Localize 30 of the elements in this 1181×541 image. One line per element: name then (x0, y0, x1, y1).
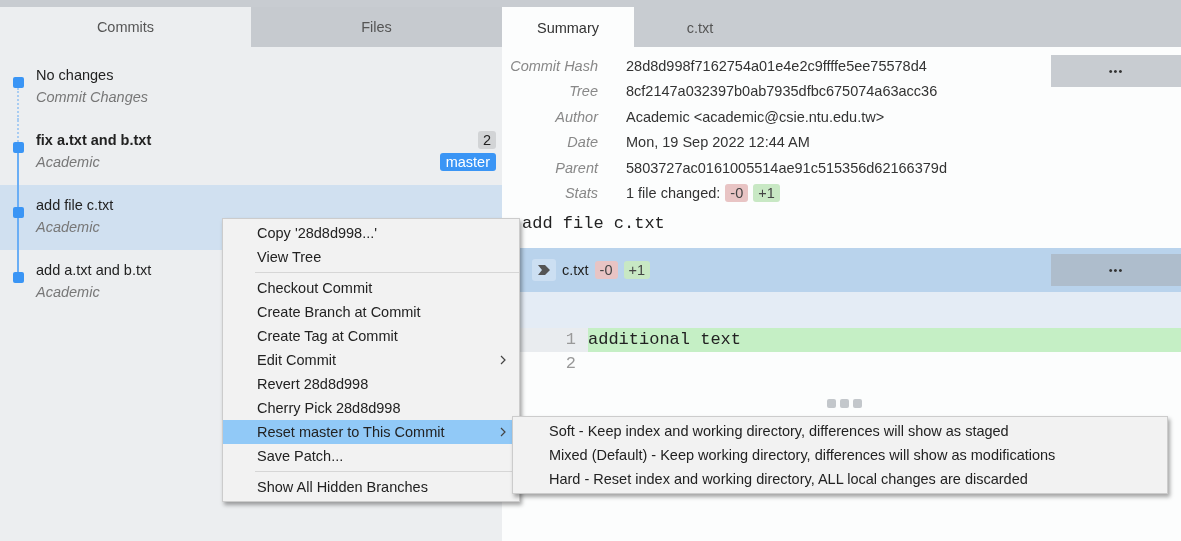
added-badge: +1 (753, 184, 780, 203)
field-label: Author (553, 108, 600, 125)
field-label: Tree (568, 83, 599, 100)
commit-title: add file c.txt (36, 196, 114, 213)
commit-message: add file c.txt (521, 213, 666, 235)
line-number: 1 (520, 328, 588, 352)
commit-author: Academic (36, 283, 100, 300)
field-label: Date (566, 134, 599, 151)
commit-title: No changes (36, 66, 114, 83)
branch-badge: master (439, 152, 496, 171)
field-value: 8cf2147a032397b0ab7935dfbc675074a63acc36 (626, 83, 938, 100)
commit-author: Academic (36, 218, 100, 235)
line-number: 2 (564, 353, 577, 375)
field-value: 28d8d998f7162754a01e4e2c9ffffe5ee75578d4 (626, 57, 927, 74)
commit-title: add a.txt and b.txt (36, 261, 152, 278)
count-badge: 2 (477, 130, 496, 149)
field-value: Mon, 19 Sep 2022 12:44 AM (626, 134, 810, 151)
commit-author: Academic (36, 153, 100, 170)
field-value: 5803727ac0161005514ae91c515356d62166379d (626, 159, 947, 176)
field-label: Commit Hash (509, 57, 599, 74)
commit-title: fix a.txt and b.txt (36, 131, 152, 148)
added-badge: +1 (623, 261, 651, 279)
stats-text: 1 file changed: (626, 185, 721, 202)
commit-author: Commit Changes (36, 88, 148, 105)
field-value: Academic <academic@csie.ntu.edu.tw> (626, 108, 885, 125)
removed-badge: -0 (725, 184, 749, 203)
field-label: Parent (554, 159, 600, 176)
file-name: c.txt (562, 262, 589, 278)
field-label: Stats (563, 185, 599, 202)
removed-badge: -0 (594, 261, 618, 279)
